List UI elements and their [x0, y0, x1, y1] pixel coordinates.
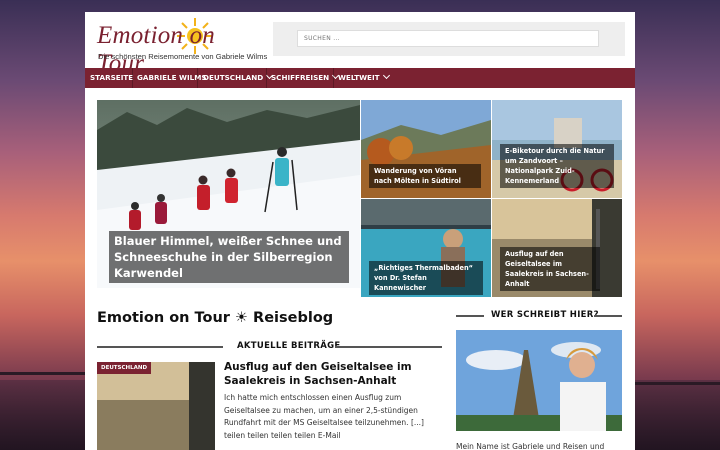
author-heading-label: WER SCHREIBT HIER?: [491, 310, 599, 320]
featured-title-small[interactable]: Ausflug auf den Geiseltalsee im Saalekre…: [500, 247, 600, 291]
featured-post-small[interactable]: E-Biketour durch die Natur um Zandvoort …: [492, 100, 622, 198]
nav-divider: [266, 68, 267, 88]
page-container: Emotion on Tour Die schönsten Reisemomen…: [85, 12, 635, 450]
category-badge[interactable]: DEUTSCHLAND: [97, 362, 152, 374]
page-title: Emotion on Tour ☀ Reiseblog: [97, 310, 334, 326]
recent-posts-label: AKTUELLE BEITRÄGE: [237, 341, 341, 351]
heading-rule: [335, 346, 442, 348]
featured-title-small[interactable]: „Richtiges Thermalbaden“ von Dr. Stefan …: [369, 261, 483, 295]
heading-rule: [456, 315, 484, 317]
heading-rule: [594, 315, 622, 317]
post-title[interactable]: Ausflug auf den Geiseltalsee im Saalekre…: [224, 360, 424, 388]
geiseltalsee-thumbnail: [97, 362, 215, 450]
author-heading: WER SCHREIBT HIER?: [456, 310, 622, 320]
nav-item-weltweit[interactable]: WELTWEIT: [338, 68, 390, 88]
nav-divider: [197, 68, 198, 88]
site-header: Emotion on Tour Die schönsten Reisemomen…: [85, 12, 635, 77]
pier-silhouette: [635, 382, 720, 385]
nav-item-schiffreisen[interactable]: SCHIFFREISEN: [271, 68, 340, 88]
featured-title-large[interactable]: Blauer Himmel, weißer Schnee und Schnees…: [109, 231, 349, 283]
author-intro-text: Mein Name ist Gabriele und Reisen und: [456, 442, 605, 450]
featured-post-small[interactable]: Wanderung von Vöran nach Mölten in Südti…: [361, 100, 491, 198]
main-navigation: STARSEITE GABRIELE WILMS DEUTSCHLAND SCH…: [85, 68, 635, 88]
nav-item-startseite[interactable]: STARSEITE: [90, 68, 133, 88]
featured-title-small[interactable]: Wanderung von Vöran nach Mölten in Südti…: [369, 164, 481, 188]
featured-post-small[interactable]: Ausflug auf den Geiseltalsee im Saalekre…: [492, 199, 622, 297]
author-photo: [456, 330, 622, 431]
nav-label: WELTWEIT: [338, 73, 380, 82]
post-excerpt: Ich hatte mich entschlossen einen Ausflu…: [224, 393, 424, 440]
search-input[interactable]: [297, 30, 599, 47]
nav-item-deutschland[interactable]: DEUTSCHLAND: [203, 68, 274, 88]
search-area: [273, 22, 625, 56]
logo-subtitle: Die schönsten Reisemomente von Gabriele …: [98, 52, 268, 61]
nav-divider: [132, 68, 133, 88]
nav-label: STARSEITE: [90, 73, 134, 82]
nav-label: DEUTSCHLAND: [203, 73, 264, 82]
heading-rule: [97, 346, 223, 348]
site-logo[interactable]: Emotion on Tour Die schönsten Reisemomen…: [97, 18, 268, 77]
post-thumbnail[interactable]: DEUTSCHLAND: [97, 362, 215, 450]
chevron-down-icon: [382, 71, 390, 80]
nav-divider: [333, 68, 334, 88]
pier-silhouette: [0, 372, 85, 375]
recent-posts-heading: AKTUELLE BEITRÄGE: [97, 341, 442, 351]
featured-title-small[interactable]: E-Biketour durch die Natur um Zandvoort …: [500, 144, 614, 188]
featured-post-small[interactable]: „Richtiges Thermalbaden“ von Dr. Stefan …: [361, 199, 491, 297]
nav-label: SCHIFFREISEN: [271, 73, 330, 82]
featured-post-large[interactable]: Blauer Himmel, weißer Schnee und Schnees…: [97, 100, 360, 288]
eiffel-tower-portrait: [456, 330, 622, 431]
